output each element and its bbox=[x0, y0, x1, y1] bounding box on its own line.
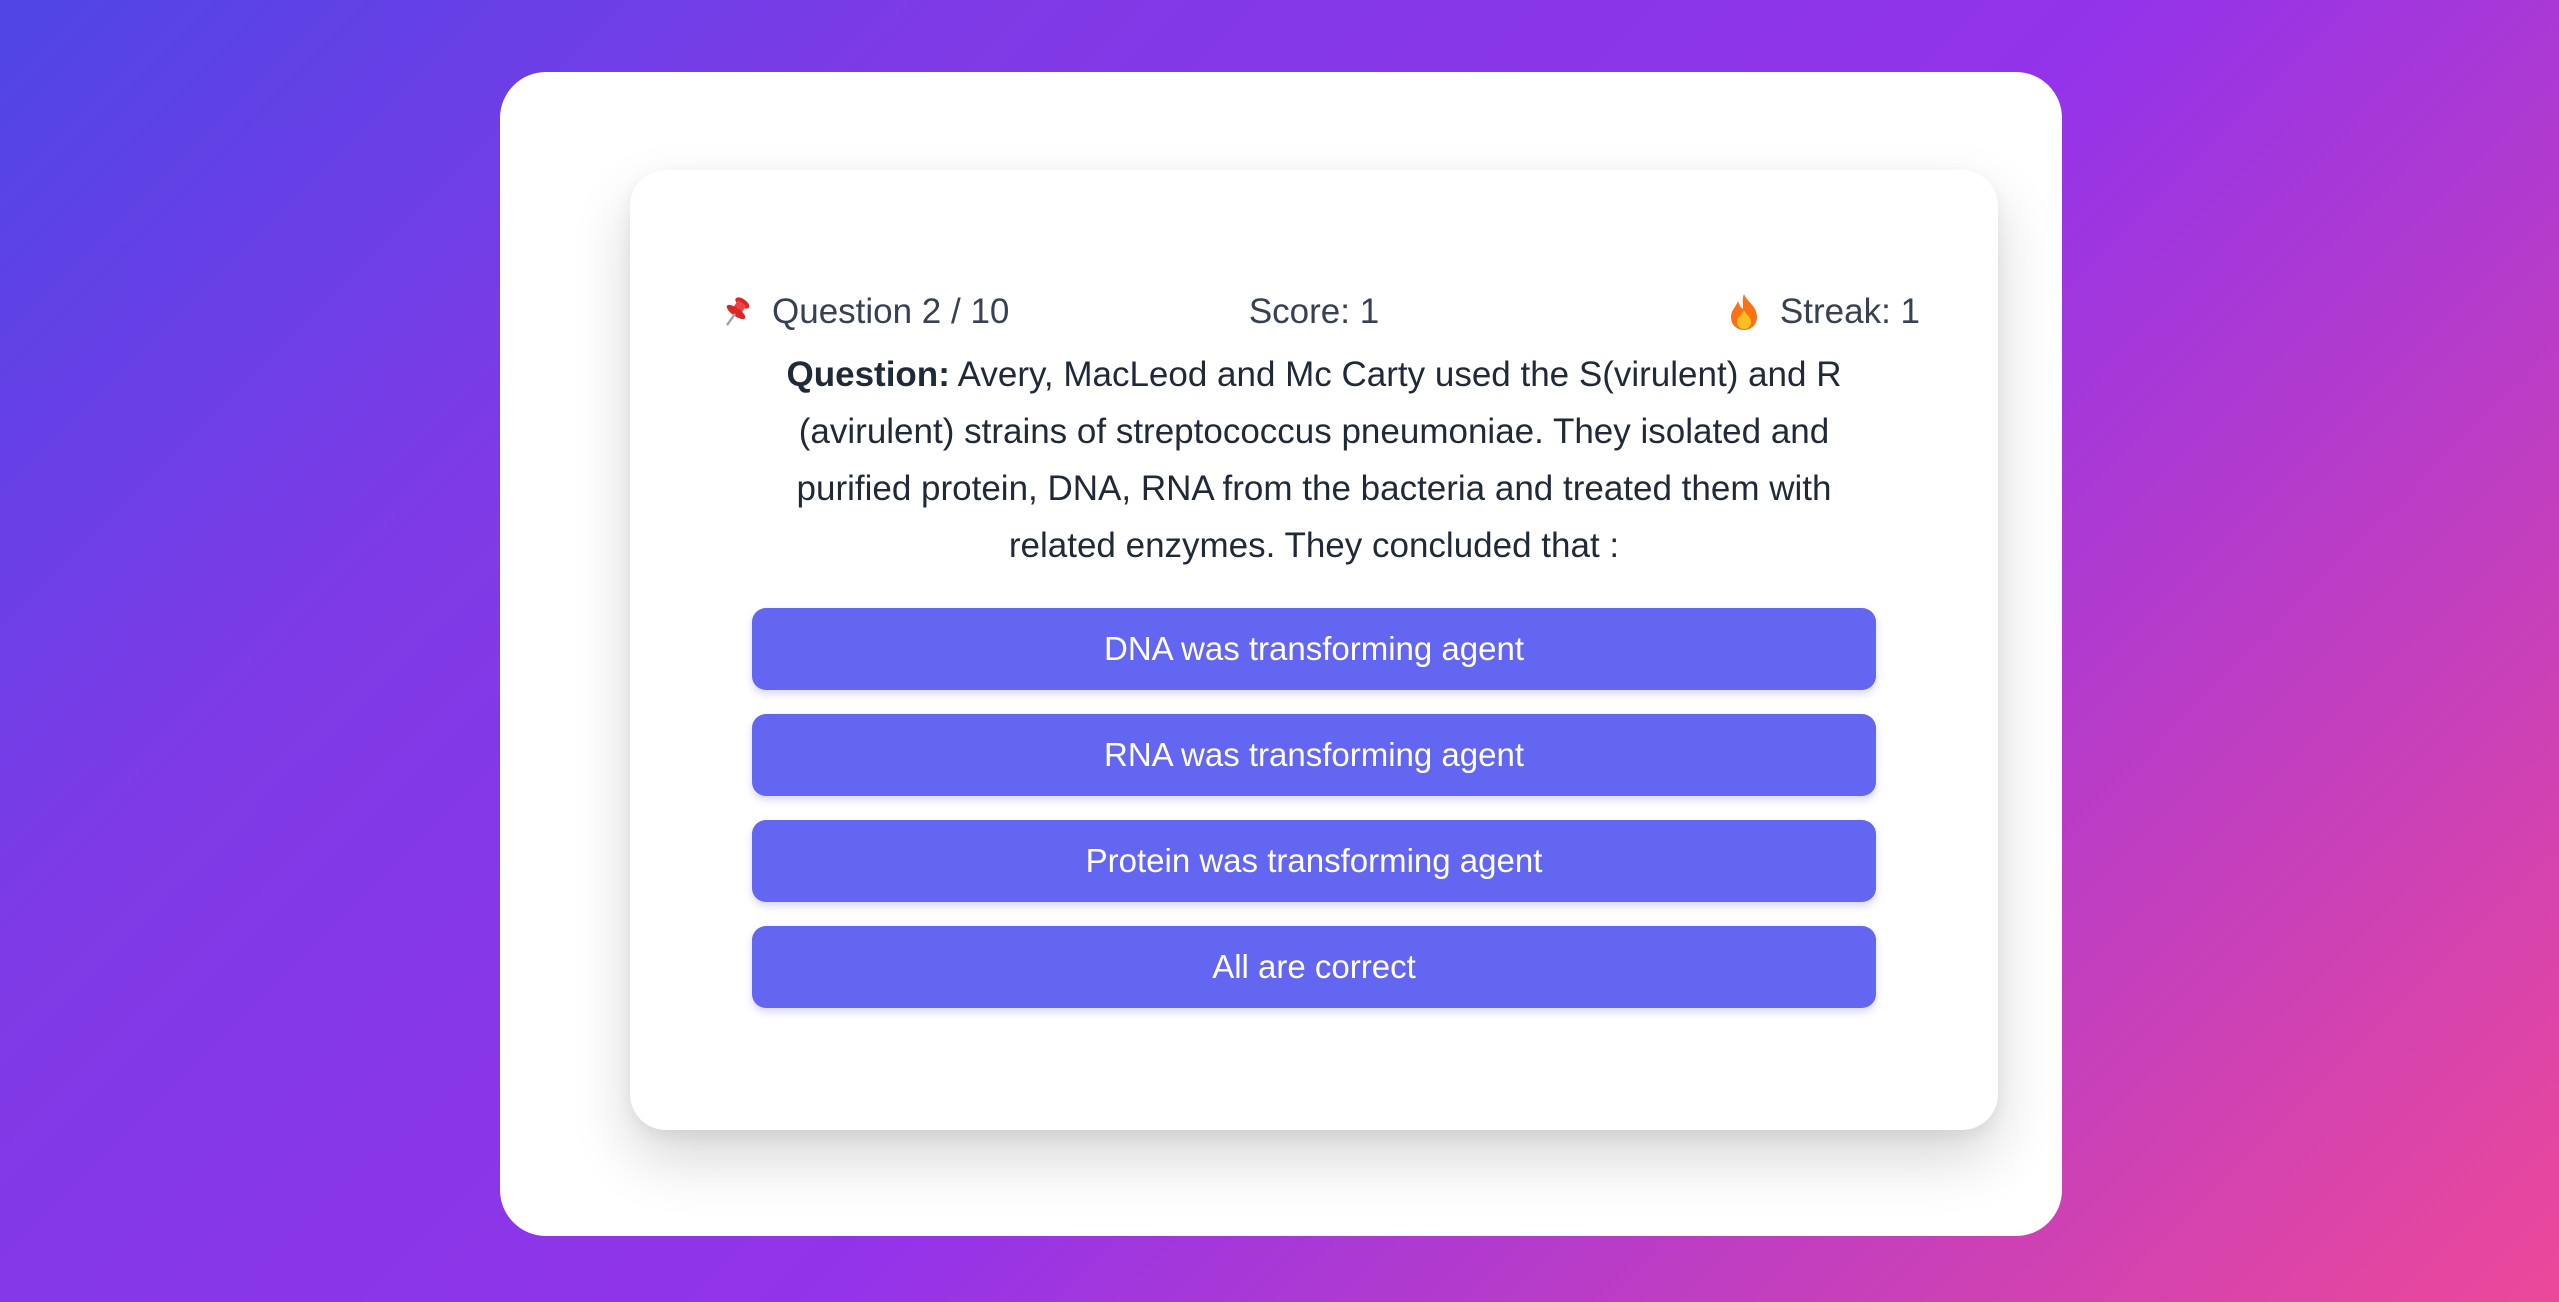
fire-icon bbox=[1724, 292, 1764, 332]
score-display: Score: 1 bbox=[1249, 292, 1379, 332]
question-progress: Question 2 / 10 bbox=[716, 292, 1009, 332]
stats-bar: Question 2 / 10 Score: 1 Streak: 1 bbox=[716, 282, 1920, 342]
streak-display: Streak: 1 bbox=[1724, 292, 1920, 332]
option-button-rna[interactable]: RNA was transforming agent bbox=[752, 714, 1876, 796]
streak-label: Streak: 1 bbox=[1779, 292, 1920, 331]
quiz-container: Question 2 / 10 Score: 1 Streak: 1 Quest… bbox=[500, 72, 2062, 1236]
question-body: Avery, MacLeod and Mc Carty used the S(v… bbox=[796, 355, 1842, 565]
question-text: Question: Avery, MacLeod and Mc Carty us… bbox=[740, 346, 1888, 574]
score-label: Score: 1 bbox=[1248, 292, 1380, 331]
answer-options: DNA was transforming agent RNA was trans… bbox=[752, 608, 1876, 1008]
question-label: Question: bbox=[786, 355, 950, 394]
pushpin-icon bbox=[716, 292, 756, 332]
option-button-dna[interactable]: DNA was transforming agent bbox=[752, 608, 1876, 690]
question-progress-label: Question 2 / 10 bbox=[772, 292, 1010, 331]
quiz-card: Question 2 / 10 Score: 1 Streak: 1 Quest… bbox=[630, 170, 1998, 1130]
option-button-all-correct[interactable]: All are correct bbox=[752, 926, 1876, 1008]
option-button-protein[interactable]: Protein was transforming agent bbox=[752, 820, 1876, 902]
